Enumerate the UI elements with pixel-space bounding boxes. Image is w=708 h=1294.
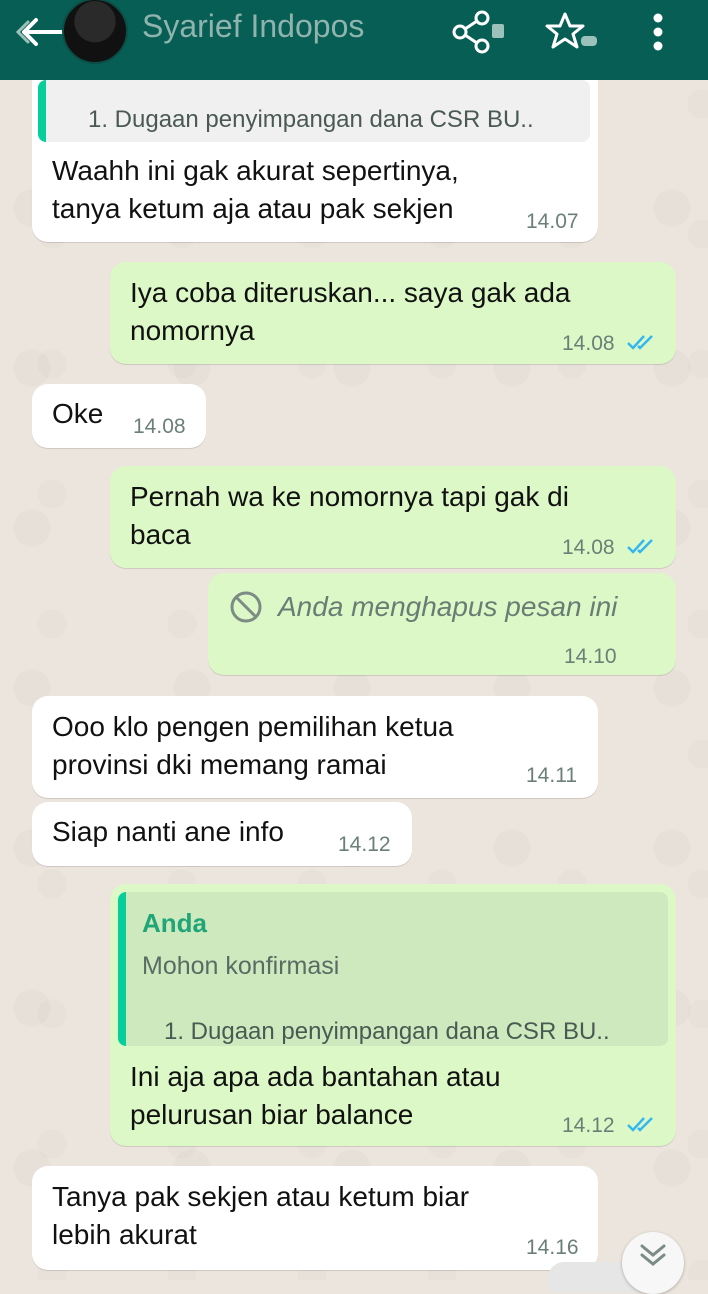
message-text: Pernah wa ke nomornya tapi gak di baca (130, 481, 569, 550)
double-check-icon (627, 539, 653, 554)
scroll-to-bottom-button[interactable] (622, 1232, 684, 1294)
message-time: 14.08 (133, 415, 186, 438)
message-time: 14.08 (562, 332, 615, 355)
double-check-icon (627, 1117, 653, 1132)
quoted-author: Anda (142, 908, 207, 938)
star-button[interactable] (545, 10, 597, 54)
double-check-icon (627, 335, 653, 350)
message-time: 14.16 (526, 1236, 579, 1259)
message-text: Ooo klo pengen pemilihan ketua provinsi … (52, 711, 454, 780)
message-time: 14.11 (526, 764, 577, 787)
quote-accent-bar (38, 80, 46, 142)
message-text: Oke (52, 398, 104, 429)
message-bubble[interactable]: Oke 14.08 (32, 384, 206, 448)
star-icon (545, 12, 597, 49)
quoted-text: Mohon konfirmasi (142, 952, 340, 980)
contact-name[interactable]: Syarief Indopos (142, 8, 364, 45)
message-time: 14.12 (562, 1114, 615, 1137)
message-bubble[interactable]: Anda Mohon konfirmasi 1. Dugaan penyimpa… (110, 884, 676, 1146)
message-bubble[interactable]: Pernah wa ke nomornya tapi gak di baca 1… (110, 466, 676, 568)
message-bubble[interactable]: Tanya pak sekjen atau ketum biar lebih a… (32, 1166, 598, 1270)
message-time: 14.12 (338, 833, 391, 856)
message-text: Siap nanti ane info (52, 816, 284, 847)
message-bubble[interactable]: Siap nanti ane info 14.12 (32, 802, 412, 866)
message-bubble[interactable]: Ooo klo pengen pemilihan ketua provinsi … (32, 696, 598, 798)
message-time: 14.07 (526, 210, 579, 233)
quoted-snippet: 1. Dugaan penyimpangan dana CSR BU.. (88, 106, 534, 133)
message-bubble[interactable]: Iya coba diteruskan... saya gak ada nomo… (110, 262, 676, 364)
share-button[interactable] (452, 10, 504, 54)
quoted-message[interactable]: 1. Dugaan penyimpangan dana CSR BU.. (38, 80, 590, 142)
avatar[interactable] (62, 0, 128, 64)
message-text: Waahh ini gak akurat sepertinya, tanya k… (52, 155, 459, 224)
more-options-button[interactable] (640, 10, 684, 54)
deleted-message-bubble[interactable]: Anda menghapus pesan ini 14.10 (208, 573, 676, 675)
quoted-snippet: 1. Dugaan penyimpangan dana CSR BU.. (164, 1018, 610, 1045)
message-time: 14.08 (562, 536, 615, 559)
message-text: Tanya pak sekjen atau ketum biar lebih a… (52, 1181, 470, 1250)
message-text: Ini aja apa ada bantahan atau pelurusan … (130, 1061, 501, 1130)
blocked-icon (230, 591, 262, 623)
message-text: Iya coba diteruskan... saya gak ada nomo… (130, 277, 571, 346)
message-time: 14.10 (564, 645, 617, 668)
more-vertical-icon (653, 13, 663, 51)
chat-header: Syarief Indopos (0, 0, 708, 80)
share-icon (452, 10, 504, 54)
message-bubble[interactable]: 1. Dugaan penyimpangan dana CSR BU.. Waa… (32, 80, 598, 242)
deleted-message-text: Anda menghapus pesan ini (278, 591, 618, 622)
double-chevron-down-icon (640, 1244, 666, 1266)
quote-accent-bar (118, 892, 126, 1046)
quoted-message[interactable]: Anda Mohon konfirmasi 1. Dugaan penyimpa… (118, 892, 668, 1046)
